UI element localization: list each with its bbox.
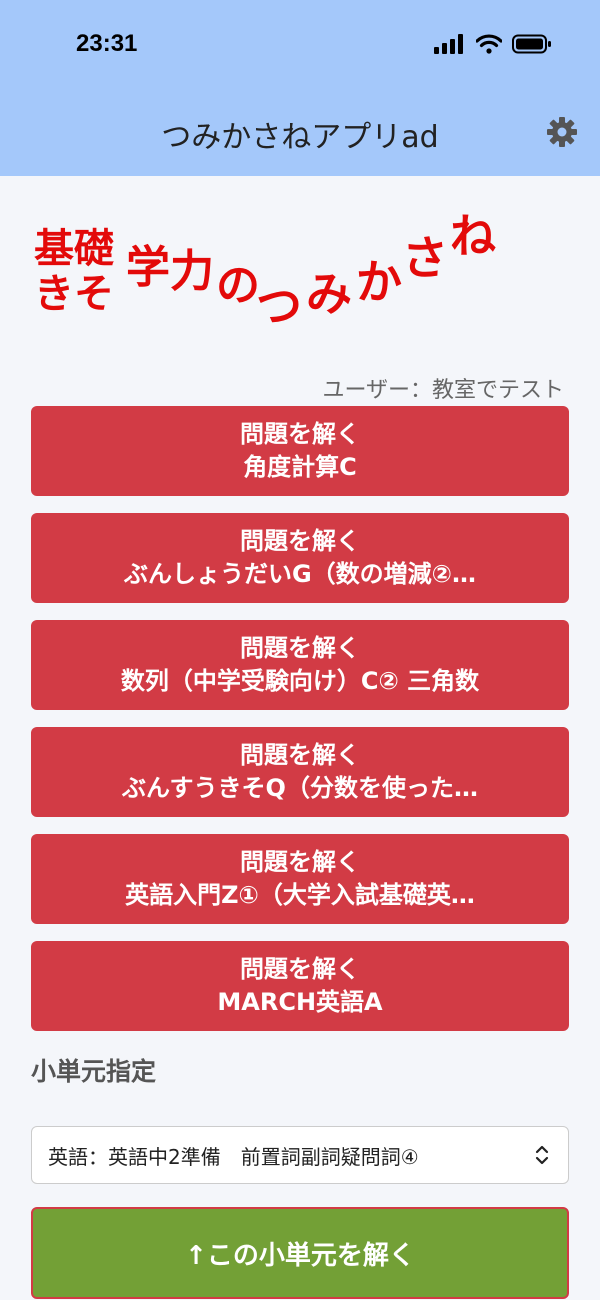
logo-kiso-kanji: 基礎 (34, 226, 114, 272)
solve-problem-button[interactable]: 問題を解く 角度計算C (31, 406, 569, 496)
solve-button-action: 問題を解く (240, 740, 360, 769)
solve-sub-unit-button[interactable]: ↑この小単元を解く (31, 1207, 569, 1299)
solve-button-unit: 英語入門Z①（大学入試基礎英… (125, 881, 475, 909)
solve-button-action: 問題を解く (240, 419, 360, 448)
solve-button-unit: MARCH英語A (217, 988, 383, 1016)
solve-button-action: 問題を解く (240, 847, 360, 876)
solve-problem-button[interactable]: 問題を解く 数列（中学受験向け）C② 三角数 (31, 620, 569, 710)
sub-unit-selected-value: 英語：英語中2準備 前置詞副詞疑問詞④ (48, 1144, 419, 1169)
logo-char: つ (256, 279, 302, 328)
logo-kiso-kana: きそ (34, 271, 114, 317)
solve-button-action: 問題を解く (240, 633, 360, 662)
solve-problem-button[interactable]: 問題を解く 英語入門Z①（大学入試基礎英… (31, 834, 569, 924)
logo-char: 力 (170, 246, 214, 297)
sub-unit-heading: 小単元指定 (31, 1057, 157, 1086)
solve-button-unit: ぶんすうきそQ（分数を使った… (122, 774, 478, 802)
app-title: つみかさねアプリad (161, 120, 439, 155)
gear-icon[interactable] (546, 116, 578, 148)
solve-button-action: 問題を解く (240, 954, 360, 983)
sub-unit-select[interactable]: 英語：英語中2準備 前置詞副詞疑問詞④ (31, 1126, 569, 1184)
logo: 基礎 きそ 学 力 の つ み か さ ね (34, 212, 496, 328)
logo-char: さ (402, 231, 448, 285)
battery-icon (512, 34, 551, 54)
solve-button-unit: ぶんしょうだいG（数の増減②… (123, 560, 477, 588)
app-header: 23:31 つみかさねアプリad (0, 0, 600, 176)
solve-problem-button[interactable]: 問題を解く MARCH英語A (31, 941, 569, 1031)
status-icons (434, 34, 552, 54)
logo-char: か (356, 255, 402, 309)
chevron-up-down-icon (535, 1145, 549, 1165)
logo-char: の (216, 260, 260, 311)
logo-char: ね (450, 212, 496, 263)
solve-problem-button[interactable]: 問題を解く ぶんすうきそQ（分数を使った… (31, 727, 569, 817)
solve-button-unit: 角度計算C (243, 453, 357, 481)
solve-button-action: 問題を解く (240, 526, 360, 555)
user-label: ユーザー：教室でテスト (322, 378, 564, 403)
solve-button-list: 問題を解く 角度計算C 問題を解く ぶんしょうだいG（数の増減②… 問題を解く … (31, 406, 569, 1048)
solve-problem-button[interactable]: 問題を解く ぶんしょうだいG（数の増減②… (31, 513, 569, 603)
logo-char: 学 (126, 242, 170, 293)
cellular-signal-icon (434, 34, 463, 54)
logo-char: み (306, 267, 352, 321)
solve-button-unit: 数列（中学受験向け）C② 三角数 (120, 667, 480, 695)
wifi-icon (476, 34, 502, 54)
status-time: 23:31 (76, 30, 138, 57)
